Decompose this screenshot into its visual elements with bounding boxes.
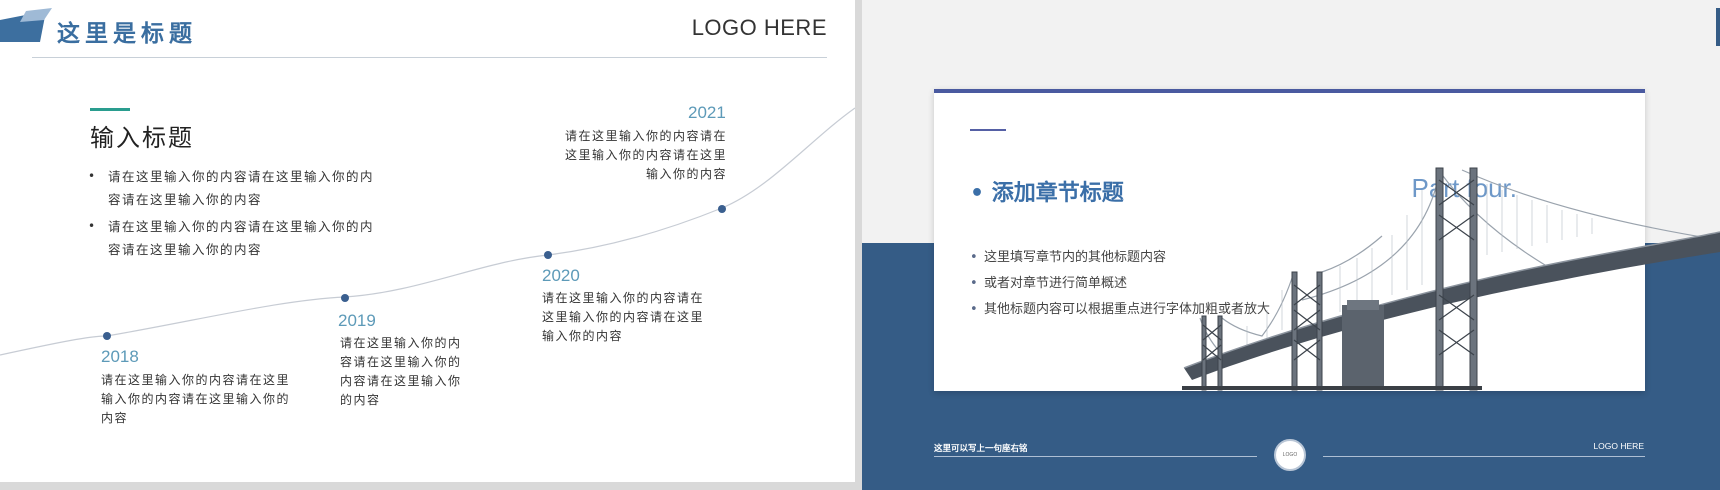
left-slide: 这里是标题 LOGO HERE 输入标题 请在这里输入你的内容请在这里输入你的内… bbox=[0, 0, 855, 482]
year-2021: 2021 bbox=[688, 103, 726, 122]
timeline-dot-2019 bbox=[341, 294, 349, 302]
timeline-dot-2020 bbox=[544, 251, 552, 259]
timeline-dot-2018 bbox=[103, 332, 111, 340]
logo-circle: LOGO bbox=[1274, 439, 1306, 471]
timeline-desc-2018: 请在这里输入你的内容请在这里 输入你的内容请在这里输入你的 内容 bbox=[101, 373, 291, 425]
year-2018: 2018 bbox=[101, 347, 139, 366]
timeline-desc-2019: 请在这里输入你的内 容请在这里输入你的 内容请在这里输入你 的内容 bbox=[340, 336, 462, 407]
timeline-dot-2021 bbox=[718, 205, 726, 213]
footer-line-right bbox=[1323, 456, 1645, 457]
timeline-desc-2020: 请在这里输入你的内容请在 这里输入你的内容请在这里 输入你的内容 bbox=[542, 291, 705, 343]
right-slide: • 添加章节标题 Part four. 这里填写章节内的其他标题内容 或者对章节… bbox=[862, 0, 1720, 490]
timeline-desc-2021: 请在这里输入你的内容请在 这里输入你的内容请在这里 输入你的内容 bbox=[565, 129, 728, 181]
year-2019: 2019 bbox=[338, 311, 376, 330]
footer-line-left bbox=[934, 456, 1257, 457]
bridge-illustration bbox=[1182, 167, 1720, 391]
footer-logo: LOGO HERE bbox=[1593, 441, 1644, 451]
footer-motto: 这里可以写上一句座右铭 bbox=[934, 444, 1028, 454]
year-2020: 2020 bbox=[542, 266, 580, 285]
